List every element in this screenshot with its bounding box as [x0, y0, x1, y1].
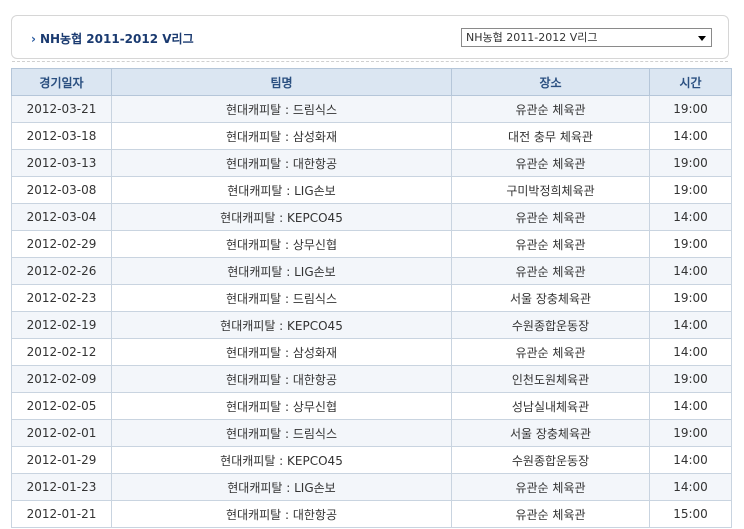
- table-row: 2012-02-05 현대캐피탈 : 상무신협 성남실내체육관 14:00: [11, 392, 732, 420]
- venue-cell: 수원종합운동장: [451, 446, 650, 474]
- venue-cell: 유관순 체육관: [451, 95, 650, 123]
- match-time-cell: 14:00: [649, 311, 732, 339]
- match-date-cell: 2012-02-29: [11, 230, 112, 258]
- match-time-cell: 15:00: [649, 500, 732, 528]
- table-row: 2012-03-18 현대캐피탈 : 삼성화재 대전 충무 체육관 14:00: [11, 122, 732, 150]
- match-time-cell: 14:00: [649, 203, 732, 231]
- match-time-cell: 19:00: [649, 230, 732, 258]
- table-header-row: 경기일자 팀명 장소 시간: [11, 68, 732, 96]
- venue-cell: 유관순 체육관: [451, 500, 650, 528]
- table-row: 2012-01-29 현대캐피탈 : KEPCO45 수원종합운동장 14:00: [11, 446, 732, 474]
- match-date-cell: 2012-03-04: [11, 203, 112, 231]
- venue-cell: 서울 장충체육관: [451, 284, 650, 312]
- match-date-cell: 2012-03-18: [11, 122, 112, 150]
- match-date-cell: 2012-01-23: [11, 473, 112, 501]
- match-date-cell: 2012-02-19: [11, 311, 112, 339]
- match-time-cell: 14:00: [649, 392, 732, 420]
- venue-cell: 성남실내체육관: [451, 392, 650, 420]
- table-row: 2012-03-13 현대캐피탈 : 대한항공 유관순 체육관 19:00: [11, 149, 732, 177]
- team-names-cell: 현대캐피탈 : 삼성화재: [111, 338, 452, 366]
- match-date-cell: 2012-02-12: [11, 338, 112, 366]
- team-names-cell: 현대캐피탈 : 상무신협: [111, 392, 452, 420]
- table-row: 2012-03-04 현대캐피탈 : KEPCO45 유관순 체육관 14:00: [11, 203, 732, 231]
- team-names-cell: 현대캐피탈 : 대한항공: [111, 500, 452, 528]
- match-date-cell: 2012-02-26: [11, 257, 112, 285]
- venue-cell: 수원종합운동장: [451, 311, 650, 339]
- column-header-venue: 장소: [451, 68, 650, 96]
- venue-cell: 유관순 체육관: [451, 473, 650, 501]
- match-time-cell: 19:00: [649, 176, 732, 204]
- schedule-table: 경기일자 팀명 장소 시간 2012-03-21 현대캐피탈 : 드림식스 유관순 …: [11, 68, 732, 528]
- team-names-cell: 현대캐피탈 : KEPCO45: [111, 311, 452, 339]
- team-names-cell: 현대캐피탈 : 드림식스: [111, 95, 452, 123]
- team-names-cell: 현대캐피탈 : 대한항공: [111, 149, 452, 177]
- match-date-cell: 2012-03-13: [11, 149, 112, 177]
- table-row: 2012-02-23 현대캐피탈 : 드림식스 서울 장충체육관 19:00: [11, 284, 732, 312]
- match-date-cell: 2012-02-23: [11, 284, 112, 312]
- table-row: 2012-02-26 현대캐피탈 : LIG손보 유관순 체육관 14:00: [11, 257, 732, 285]
- venue-cell: 유관순 체육관: [451, 338, 650, 366]
- table-row: 2012-03-08 현대캐피탈 : LIG손보 구미박정희체육관 19:00: [11, 176, 732, 204]
- table-row: 2012-01-21 현대캐피탈 : 대한항공 유관순 체육관 15:00: [11, 500, 732, 528]
- match-time-cell: 14:00: [649, 257, 732, 285]
- table-row: 2012-02-29 현대캐피탈 : 상무신협 유관순 체육관 19:00: [11, 230, 732, 258]
- team-names-cell: 현대캐피탈 : LIG손보: [111, 257, 452, 285]
- team-names-cell: 현대캐피탈 : LIG손보: [111, 473, 452, 501]
- table-row: 2012-03-21 현대캐피탈 : 드림식스 유관순 체육관 19:00: [11, 95, 732, 123]
- venue-cell: 구미박정희체육관: [451, 176, 650, 204]
- chevron-down-icon[interactable]: [698, 36, 706, 41]
- team-names-cell: 현대캐피탈 : 대한항공: [111, 365, 452, 393]
- venue-cell: 유관순 체육관: [451, 230, 650, 258]
- venue-cell: 대전 충무 체육관: [451, 122, 650, 150]
- table-row: 2012-02-09 현대캐피탈 : 대한항공 인천도원체육관 19:00: [11, 365, 732, 393]
- season-header: › NH농협 2011-2012 V리그 NH농협 2011-2012 V리그: [11, 15, 729, 62]
- match-time-cell: 19:00: [649, 419, 732, 447]
- match-time-cell: 19:00: [649, 365, 732, 393]
- season-select[interactable]: NH농협 2011-2012 V리그: [461, 28, 712, 47]
- team-names-cell: 현대캐피탈 : KEPCO45: [111, 446, 452, 474]
- match-date-cell: 2012-03-08: [11, 176, 112, 204]
- match-time-cell: 19:00: [649, 284, 732, 312]
- match-date-cell: 2012-03-21: [11, 95, 112, 123]
- match-date-cell: 2012-01-29: [11, 446, 112, 474]
- team-names-cell: 현대캐피탈 : LIG손보: [111, 176, 452, 204]
- table-row: 2012-02-12 현대캐피탈 : 삼성화재 유관순 체육관 14:00: [11, 338, 732, 366]
- team-names-cell: 현대캐피탈 : 드림식스: [111, 284, 452, 312]
- table-row: 2012-02-19 현대캐피탈 : KEPCO45 수원종합운동장 14:00: [11, 311, 732, 339]
- team-names-cell: 현대캐피탈 : 상무신협: [111, 230, 452, 258]
- match-time-cell: 14:00: [649, 473, 732, 501]
- table-row: 2012-02-01 현대캐피탈 : 드림식스 서울 장충체육관 19:00: [11, 419, 732, 447]
- match-time-cell: 19:00: [649, 149, 732, 177]
- venue-cell: 유관순 체육관: [451, 203, 650, 231]
- table-row: 2012-01-23 현대캐피탈 : LIG손보 유관순 체육관 14:00: [11, 473, 732, 501]
- match-date-cell: 2012-02-09: [11, 365, 112, 393]
- arrow-bullet-icon: ›: [31, 32, 36, 46]
- venue-cell: 서울 장충체육관: [451, 419, 650, 447]
- venue-cell: 유관순 체육관: [451, 257, 650, 285]
- season-title: › NH농협 2011-2012 V리그: [31, 30, 194, 47]
- match-date-cell: 2012-02-01: [11, 419, 112, 447]
- column-header-date: 경기일자: [11, 68, 112, 96]
- season-select-value: NH농협 2011-2012 V리그: [466, 31, 598, 44]
- column-header-team: 팀명: [111, 68, 452, 96]
- match-date-cell: 2012-02-05: [11, 392, 112, 420]
- match-date-cell: 2012-01-21: [11, 500, 112, 528]
- column-header-time: 시간: [649, 68, 732, 96]
- venue-cell: 유관순 체육관: [451, 149, 650, 177]
- team-names-cell: 현대캐피탈 : 드림식스: [111, 419, 452, 447]
- team-names-cell: 현대캐피탈 : 삼성화재: [111, 122, 452, 150]
- season-title-text: NH농협 2011-2012 V리그: [39, 32, 194, 46]
- match-time-cell: 14:00: [649, 338, 732, 366]
- match-time-cell: 14:00: [649, 122, 732, 150]
- team-names-cell: 현대캐피탈 : KEPCO45: [111, 203, 452, 231]
- match-time-cell: 14:00: [649, 446, 732, 474]
- venue-cell: 인천도원체육관: [451, 365, 650, 393]
- match-time-cell: 19:00: [649, 95, 732, 123]
